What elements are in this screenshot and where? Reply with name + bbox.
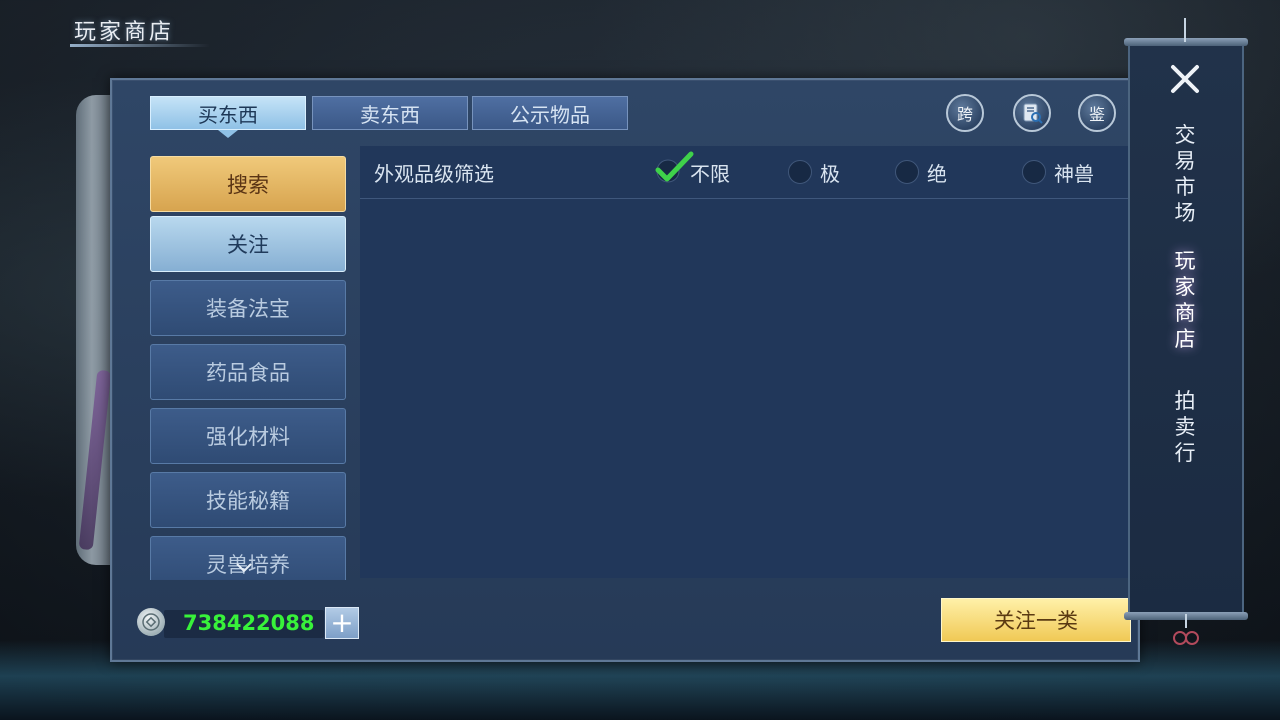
filter-option-shenshou[interactable]: 神兽 <box>1054 158 1094 187</box>
scissor-ornament-icon <box>1173 614 1199 645</box>
item-list-area <box>360 146 1130 578</box>
search-book-button[interactable] <box>1013 94 1051 132</box>
tab-public-items[interactable]: 公示物品 <box>472 96 628 130</box>
appraise-icon: 鉴 <box>1088 105 1105 124</box>
add-currency-button[interactable]: + <box>325 607 359 639</box>
search-book-icon <box>1023 103 1043 124</box>
category-skill-books[interactable]: 技能秘籍 <box>150 472 346 528</box>
category-equipment[interactable]: 装备法宝 <box>150 280 346 336</box>
tab-buy[interactable]: 买东西 <box>150 96 306 130</box>
checkmark-icon[interactable] <box>654 150 694 186</box>
filter-option-unlimited[interactable]: 不限 <box>690 158 730 187</box>
category-materials[interactable]: 强化材料 <box>150 408 346 464</box>
side-nav-player-shop[interactable]: 玩家商店 <box>1172 248 1198 352</box>
title-underline <box>70 44 210 47</box>
cross-server-icon: 跨 <box>956 105 973 124</box>
filter-option-ji[interactable]: 极 <box>820 158 840 187</box>
side-nav-auction-house[interactable]: 拍卖行 <box>1172 388 1198 466</box>
chevron-down-icon[interactable] <box>236 563 252 573</box>
page-title: 玩家商店 <box>74 20 175 45</box>
category-list[interactable]: 搜索 关注 装备法宝 药品食品 强化材料 技能秘籍 灵兽培养 <box>146 150 350 580</box>
tab-sell[interactable]: 卖东西 <box>312 96 468 130</box>
filter-radio-jue[interactable] <box>895 160 919 184</box>
filter-option-jue[interactable]: 绝 <box>927 158 947 187</box>
category-pet-training[interactable]: 灵兽培养 <box>150 536 346 580</box>
coin-icon <box>137 608 165 636</box>
category-medicine-food[interactable]: 药品食品 <box>150 344 346 400</box>
appraise-button[interactable]: 鉴 <box>1078 94 1116 132</box>
category-search[interactable]: 搜索 <box>150 156 346 212</box>
cross-server-button[interactable]: 跨 <box>946 94 984 132</box>
filter-radio-ji[interactable] <box>788 160 812 184</box>
currency-amount: 738422088 <box>183 611 315 635</box>
filter-radio-shenshou[interactable] <box>1022 160 1046 184</box>
side-nav-trade-market[interactable]: 交易市场 <box>1172 122 1198 226</box>
scroll-rod-top <box>1124 38 1248 46</box>
category-follow[interactable]: 关注 <box>150 216 346 272</box>
close-icon[interactable] <box>1168 62 1202 96</box>
filter-label: 外观品级筛选 <box>374 162 494 186</box>
active-tab-pointer <box>218 130 238 138</box>
scroll-hanger <box>1184 18 1186 42</box>
follow-category-button[interactable]: 关注一类 <box>941 598 1131 642</box>
